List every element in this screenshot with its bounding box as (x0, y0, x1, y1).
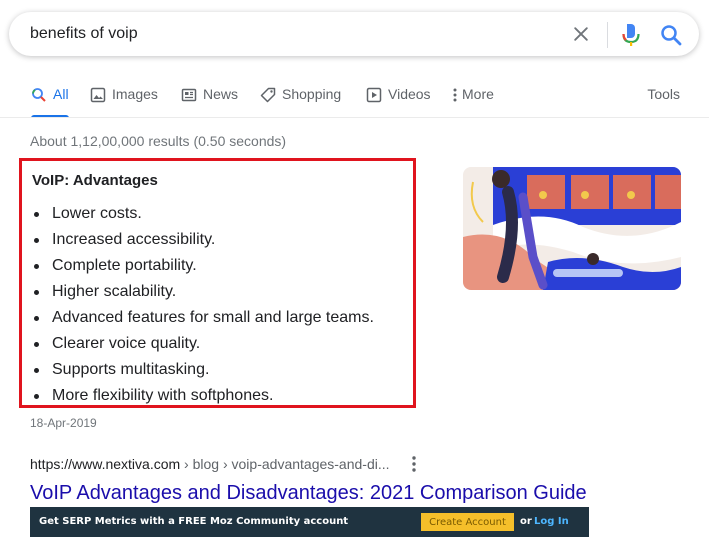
snippet-thumbnail[interactable] (463, 167, 681, 290)
close-icon[interactable] (571, 24, 591, 44)
tab-images[interactable]: Images (90, 86, 158, 116)
tab-shopping[interactable]: Shopping (260, 86, 341, 116)
result-path: › blog › voip-advantages-and-di... (180, 456, 390, 472)
tab-label: More (462, 86, 494, 102)
tools-button[interactable]: Tools (647, 86, 680, 102)
tab-label: Videos (388, 86, 431, 102)
list-item: Complete portability. (32, 256, 374, 282)
result-url[interactable]: https://www.nextiva.com › blog › voip-ad… (30, 456, 390, 472)
tab-label: Images (112, 86, 158, 102)
play-icon (366, 87, 382, 103)
result-title-link[interactable]: VoIP Advantages and Disadvantages: 2021 … (30, 482, 587, 505)
microphone-icon[interactable] (620, 22, 642, 48)
snippet-date: 18-Apr-2019 (30, 416, 97, 430)
list-item: Advanced features for small and large te… (32, 308, 374, 334)
moz-promo-text: Get SERP Metrics with a FREE Moz Communi… (39, 516, 349, 527)
list-item: Increased accessibility. (32, 230, 374, 256)
tab-label: All (53, 86, 69, 102)
more-vert-icon (453, 88, 457, 102)
list-item: Supports multitasking. (32, 360, 374, 386)
tag-icon (260, 87, 276, 103)
moz-or-text: or (520, 516, 532, 527)
news-icon (181, 88, 197, 102)
tab-more[interactable]: More (452, 86, 494, 116)
results-stats: About 1,12,00,000 results (0.50 seconds) (30, 133, 287, 149)
login-link[interactable]: Log In (534, 516, 569, 527)
moz-promo-bar: Get SERP Metrics with a FREE Moz Communi… (30, 507, 589, 537)
featured-snippet: VoIP: Advantages Lower costs. Increased … (19, 158, 416, 408)
tab-all[interactable]: All (31, 86, 69, 116)
search-tabs: All Images News Shopping Videos More Too… (0, 80, 709, 118)
more-options-icon[interactable] (408, 455, 420, 473)
image-icon (90, 87, 106, 103)
search-input[interactable]: benefits of voip (30, 25, 138, 43)
tab-label: Shopping (282, 86, 342, 102)
search-divider (607, 22, 608, 48)
result-domain: https://www.nextiva.com (30, 456, 181, 472)
tabs-divider (0, 117, 709, 118)
search-icon[interactable] (659, 23, 683, 47)
list-item: Higher scalability. (32, 282, 374, 308)
search-box[interactable]: benefits of voip (9, 12, 699, 56)
list-item: Lower costs. (32, 204, 374, 230)
list-item: Clearer voice quality. (32, 334, 374, 360)
tab-news[interactable]: News (181, 86, 238, 116)
create-account-button[interactable]: Create Account (421, 513, 514, 531)
tab-videos[interactable]: Videos (366, 86, 431, 116)
snippet-list: Lower costs. Increased accessibility. Co… (32, 204, 374, 412)
search-icon (32, 88, 46, 102)
tab-label: News (203, 86, 239, 102)
list-item: More flexibility with softphones. (32, 386, 374, 412)
snippet-title: VoIP: Advantages (32, 172, 158, 189)
